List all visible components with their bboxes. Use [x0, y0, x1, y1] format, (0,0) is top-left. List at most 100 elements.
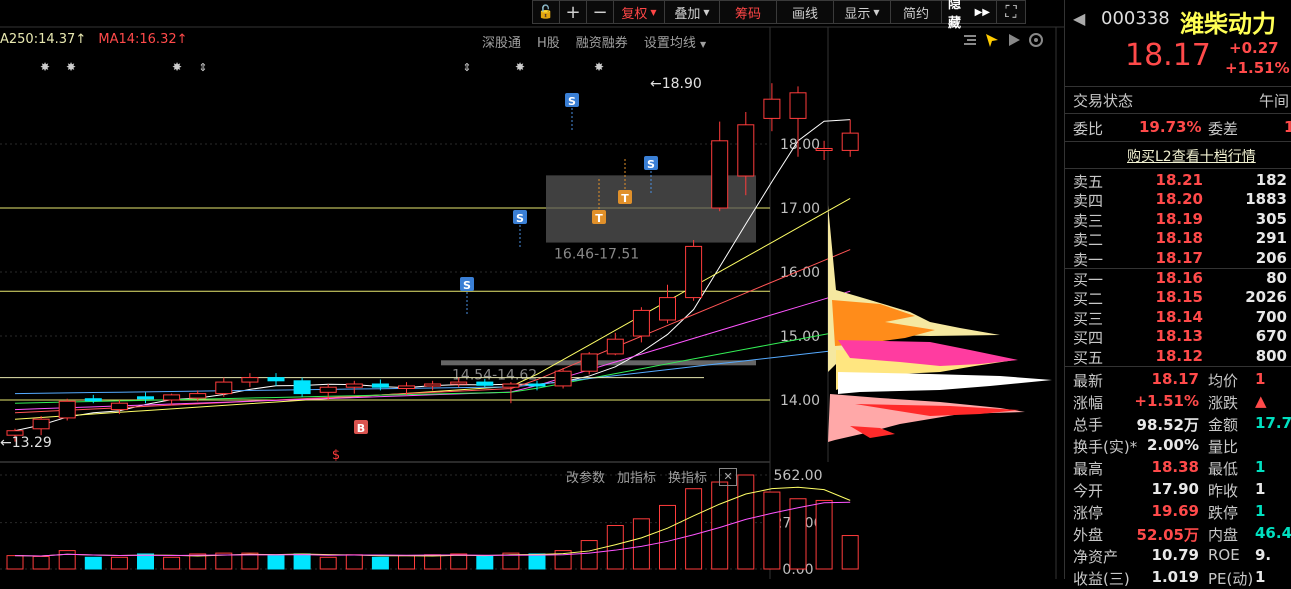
candle-body: [685, 245, 703, 299]
candle-body: [319, 386, 337, 393]
candle-body: [580, 353, 598, 372]
link-shengutong[interactable]: 深股通: [482, 32, 521, 51]
stat-value: 18.17: [1151, 370, 1199, 388]
link-margin[interactable]: 融资融券: [576, 32, 628, 51]
volume-bar: [450, 553, 468, 570]
candle-body: [632, 309, 650, 337]
high-price-label: ←18.90: [650, 76, 702, 92]
stat-value: 1.019: [1151, 568, 1199, 586]
price-change: +0.27: [1229, 39, 1279, 57]
stat-row: 总手 98.52万 金额 17.7: [1065, 414, 1291, 434]
volume-bar: [241, 552, 259, 570]
level-label: 卖二: [1073, 231, 1104, 250]
chart-links: 深股通 H股 融资融券 设置均线 ▼: [482, 32, 706, 51]
close-icon[interactable]: ✕: [719, 467, 738, 486]
level-label: 买四: [1073, 329, 1104, 348]
candle-body: [450, 381, 468, 385]
stat-row: 净资产 10.79 ROE 9.: [1065, 546, 1291, 566]
l2-upgrade-link[interactable]: 购买L2查看十档行情: [1127, 146, 1256, 166]
link-change-params[interactable]: 改参数: [566, 467, 605, 486]
link-add-indicator[interactable]: 加指标: [617, 467, 656, 486]
stat-label: 量比: [1208, 438, 1239, 456]
fuquan-dropdown[interactable]: 复权 ▼: [613, 0, 665, 24]
fullscreen-icon[interactable]: ⛶: [996, 0, 1026, 24]
level-volume: 305: [1255, 209, 1287, 228]
event-star-icon: ✸: [40, 60, 50, 74]
volume-bar: [110, 556, 128, 570]
level-volume: 182: [1255, 171, 1287, 189]
pen-icon[interactable]: [984, 32, 1000, 48]
yincang-button[interactable]: 隐藏 ▶▶: [941, 0, 997, 31]
stat-row: 收益(三) 1.019 PE(动) 1: [1065, 568, 1291, 588]
diejia-dropdown[interactable]: 叠加 ▼: [664, 0, 720, 24]
weicha-value: 1: [1284, 118, 1291, 136]
bid-row[interactable]: 买三 18.14 700: [1065, 308, 1291, 328]
stat-row: 换手(实)* 2.00% 量比: [1065, 436, 1291, 456]
stat-label: 均价: [1208, 372, 1239, 390]
level-price: 18.12: [1155, 346, 1203, 365]
volume-bar: [763, 491, 781, 570]
candle-body: [84, 398, 102, 402]
sell-signal-badge-text: S: [647, 158, 655, 171]
ask-row[interactable]: 卖一 18.17 206: [1065, 249, 1291, 269]
trade-state-value: 午间: [1259, 92, 1290, 110]
volume-bar: [6, 555, 24, 570]
bid-row[interactable]: 买二 18.15 2026: [1065, 288, 1291, 308]
level-price: 18.15: [1155, 288, 1203, 307]
stat-value: 1: [1255, 480, 1266, 498]
link-switch-indicator[interactable]: 换指标: [668, 467, 707, 486]
yincang-label: 隐藏: [948, 0, 962, 31]
ask-row[interactable]: 卖四 18.20 1883: [1065, 190, 1291, 210]
sell-signal-badge-text: S: [463, 279, 471, 292]
stat-value: ▲: [1255, 392, 1267, 410]
price-tick-label: 17.00: [780, 201, 820, 217]
l2-link-row: 购买L2查看十档行情: [1065, 146, 1291, 166]
bid-row[interactable]: 买四 18.13 670: [1065, 327, 1291, 347]
zoom-in-button[interactable]: +: [559, 0, 587, 24]
lock-icon[interactable]: 🔓: [532, 0, 560, 24]
level-label: 卖一: [1073, 250, 1104, 269]
zoom-out-button[interactable]: −: [586, 0, 614, 24]
jianyue-button[interactable]: 简约: [890, 0, 942, 24]
xianshi-dropdown[interactable]: 显示 ▼: [833, 0, 891, 24]
candle-body: [554, 370, 572, 387]
trade-state-label: 交易状态: [1073, 92, 1134, 110]
stat-value: 52.05万: [1136, 526, 1199, 544]
volume-bar: [32, 555, 50, 570]
price-tick-label: 16.00: [780, 265, 820, 281]
quote-panel: ◀ 000338 潍柴动力 18.17 +0.27 +1.51% 交易状态 午间…: [1064, 0, 1291, 588]
bid-row[interactable]: 买一 18.16 80: [1065, 269, 1291, 289]
volume-bar: [267, 555, 285, 570]
kline-chart[interactable]: 18.0017.0016.0015.0014.00562.00277.000.0…: [0, 0, 1064, 579]
stat-label: 外盘: [1073, 526, 1104, 544]
stat-row: 最高 18.38 最低 1: [1065, 458, 1291, 478]
link-ma-settings[interactable]: 设置均线 ▼: [644, 32, 706, 51]
stock-name: 潍柴动力: [1180, 10, 1276, 38]
candle-body: [32, 418, 50, 430]
chouma-button[interactable]: 筹码: [719, 0, 777, 24]
candle-body: [267, 377, 285, 382]
volume-bar: [632, 518, 650, 570]
menu-icon[interactable]: [962, 32, 978, 48]
stat-label: 最高: [1073, 460, 1104, 478]
gear-icon[interactable]: [1028, 32, 1044, 48]
volume-bar: [815, 499, 833, 570]
ask-row[interactable]: 卖二 18.18 291: [1065, 229, 1291, 249]
candle-body: [763, 98, 781, 119]
ask-row[interactable]: 卖五 18.21 182: [1065, 171, 1291, 191]
bid-row[interactable]: 买五 18.12 800: [1065, 347, 1291, 367]
huaxian-button[interactable]: 画线: [776, 0, 834, 24]
volume-bar: [606, 525, 624, 570]
ask-row[interactable]: 卖三 18.19 305: [1065, 210, 1291, 230]
stat-value: 46.4: [1255, 524, 1291, 542]
divider: [1065, 168, 1291, 169]
indicator-links: 改参数 加指标 换指标 ✕: [566, 467, 738, 486]
back-arrow-icon[interactable]: ◀: [1073, 9, 1085, 28]
link-hshare[interactable]: H股: [537, 32, 560, 51]
candle-body: [502, 383, 520, 388]
flag-icon[interactable]: [1006, 32, 1022, 48]
volume-bar: [137, 553, 154, 570]
stat-label: 最低: [1208, 460, 1239, 478]
stat-value: 17.90: [1151, 480, 1199, 498]
level-price: 18.17: [1155, 248, 1203, 267]
